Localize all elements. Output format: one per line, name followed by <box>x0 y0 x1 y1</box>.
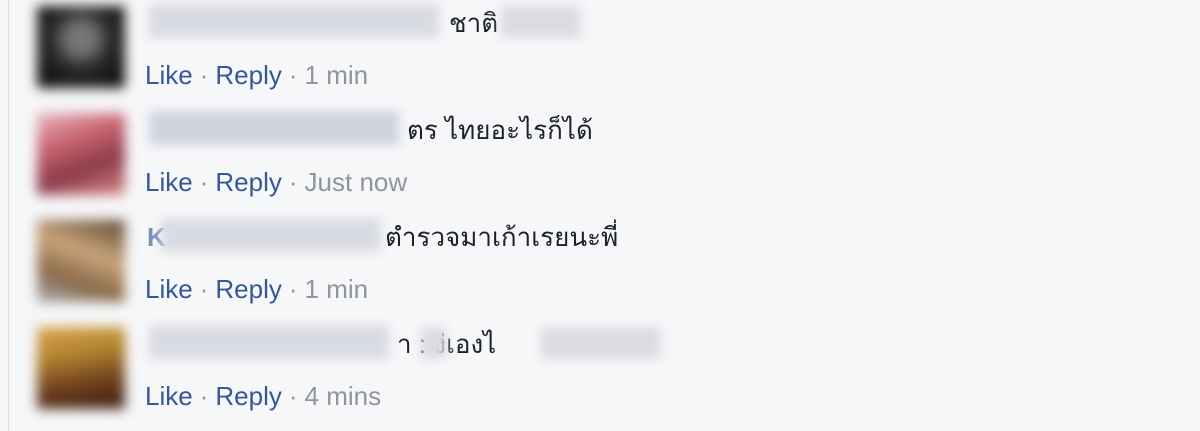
comment-actions: Like · Reply · 1 min <box>145 272 368 306</box>
separator: · <box>288 274 298 304</box>
like-link[interactable]: Like <box>145 381 193 411</box>
avatar[interactable] <box>37 327 125 409</box>
redacted-name[interactable] <box>149 4 439 38</box>
like-link[interactable]: Like <box>145 167 193 197</box>
comment-actions: Like · Reply · 4 mins <box>145 379 381 413</box>
timestamp[interactable]: Just now <box>305 167 408 197</box>
comment-text: ตร ไทยอะไรก็ได้ <box>407 115 593 145</box>
reply-link[interactable]: Reply <box>215 60 281 90</box>
separator: · <box>199 167 209 197</box>
redacted-text <box>541 327 661 359</box>
comment-item: K ตำรวจมาเก้าเรยนะพี่ Like · Reply · 1 min <box>9 214 1200 320</box>
avatar[interactable] <box>37 113 125 195</box>
separator: · <box>288 167 298 197</box>
redacted-name[interactable] <box>149 325 389 359</box>
separator: · <box>288 60 298 90</box>
comment-actions: Like · Reply · Just now <box>145 165 407 199</box>
redacted-text <box>501 6 581 38</box>
separator: · <box>199 381 209 411</box>
like-link[interactable]: Like <box>145 274 193 304</box>
comment-text: ชาติ <box>449 8 499 38</box>
comment-item: ชาติ Like · Reply · 1 min <box>9 0 1200 106</box>
avatar[interactable] <box>37 220 125 302</box>
comment-thread: ชาติ Like · Reply · 1 min ตร ไทยอะไรก็ได้ Li… <box>8 0 1200 431</box>
avatar[interactable] <box>37 6 125 88</box>
comment-body: ชาติ <box>145 0 1045 38</box>
like-link[interactable]: Like <box>145 60 193 90</box>
separator: · <box>199 60 209 90</box>
timestamp[interactable]: 1 min <box>305 60 369 90</box>
reply-link[interactable]: Reply <box>215 167 281 197</box>
timestamp[interactable]: 4 mins <box>305 381 382 411</box>
comment-item: า : ง่เองไ Like·Reply·4 mins <box>9 321 1200 427</box>
comment-actions: Like · Reply · 1 min <box>145 58 368 92</box>
comment-body: ตร ไทยอะไรก็ได้ <box>145 107 1045 145</box>
separator: · <box>199 274 209 304</box>
redacted-name[interactable] <box>149 111 399 145</box>
comment-text: ตำรวจมาเก้าเรยนะพี่ <box>385 222 619 252</box>
comment-item: ตร ไทยอะไรก็ได้ Like · Reply · Just now <box>9 107 1200 213</box>
redacted-text <box>421 327 447 359</box>
reply-link[interactable]: Reply <box>215 381 281 411</box>
redacted-name[interactable] <box>161 218 381 252</box>
reply-link[interactable]: Reply <box>215 274 281 304</box>
comment-body: า : ง่เองไ <box>145 321 1045 359</box>
timestamp[interactable]: 1 min <box>305 274 369 304</box>
separator: · <box>288 381 298 411</box>
comment-body: K ตำรวจมาเก้าเรยนะพี่ <box>145 214 1045 252</box>
